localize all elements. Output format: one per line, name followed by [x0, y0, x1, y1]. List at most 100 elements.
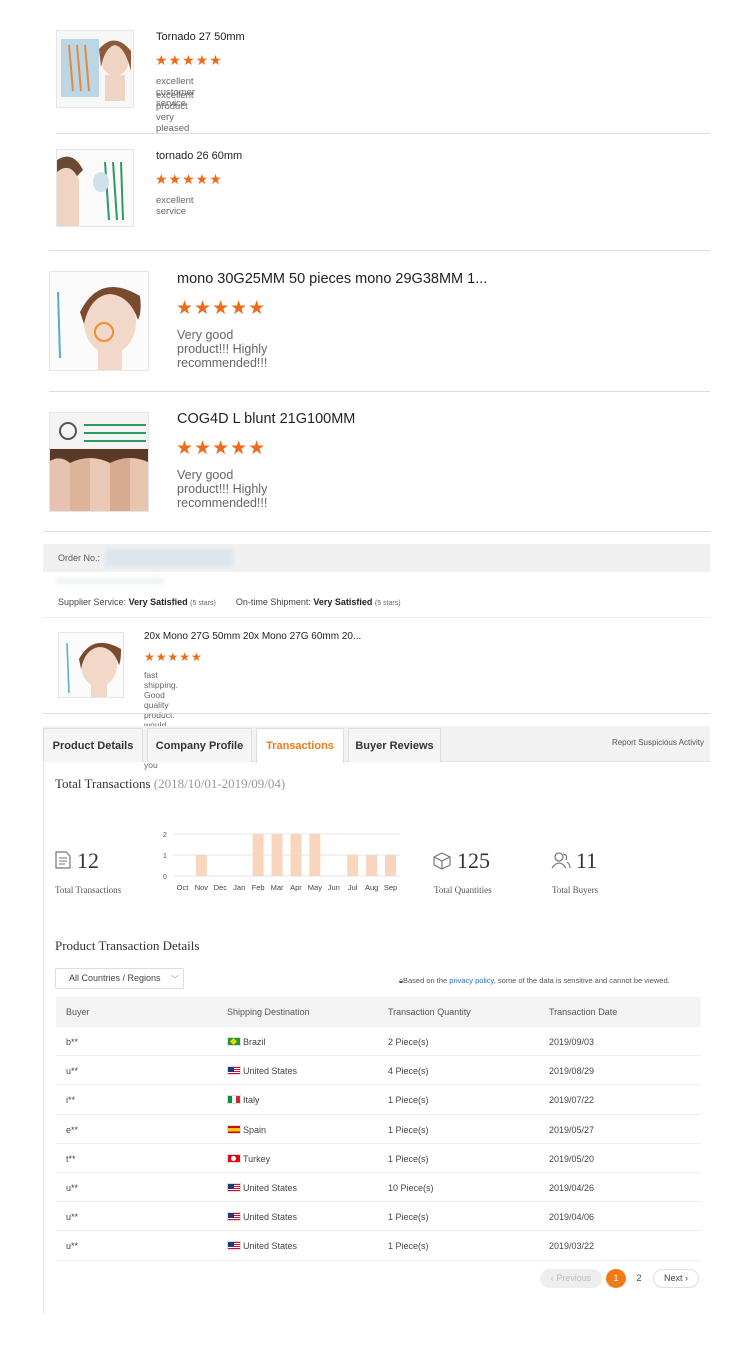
- date-cell: 2019/04/26: [549, 1182, 595, 1193]
- buyer-cell: b**: [66, 1037, 79, 1047]
- table-body: b** Brazil 2 Piece(s) 2019/09/03 u** United S…: [56, 1027, 701, 1261]
- heading-text: Total Transactions: [55, 776, 151, 791]
- buyer-cell: t**: [66, 1153, 76, 1164]
- destination-text: Brazil: [243, 1037, 266, 1047]
- product-thumbnail[interactable]: [58, 632, 124, 698]
- rating-stars: ★★★★★: [155, 171, 223, 187]
- product-thumbnail[interactable]: [56, 30, 134, 108]
- column-header-buyer: Buyer: [66, 1007, 90, 1017]
- destination-cell: United States: [227, 1241, 297, 1251]
- order-header: Order No.:: [43, 544, 710, 572]
- total-transactions-label: Total Transactions: [55, 885, 122, 895]
- flag-icon: [227, 1241, 241, 1251]
- previous-label: Previous: [556, 1273, 592, 1283]
- flag-icon: [227, 1066, 241, 1076]
- column-header-quantity: Transaction Quantity: [388, 1007, 471, 1017]
- y-tick-label: 2: [163, 832, 167, 839]
- bar-jul: [347, 855, 359, 876]
- product-thumbnail[interactable]: [56, 149, 134, 227]
- divider: [56, 133, 710, 134]
- order-number-label: Order No.:: [58, 553, 101, 563]
- chevron-down-icon: ﹀: [171, 975, 179, 984]
- destination-cell: Spain: [227, 1124, 267, 1135]
- x-tick-label: Aug: [365, 883, 378, 892]
- product-thumbnail[interactable]: [49, 271, 149, 371]
- product-thumbnail[interactable]: [49, 412, 149, 512]
- flag-icon: [227, 1212, 241, 1222]
- tab-transactions[interactable]: Transactions: [256, 728, 344, 763]
- date-cell: 2019/05/27: [549, 1124, 595, 1135]
- destination-cell: Turkey: [227, 1153, 271, 1164]
- buyer-cell: e**: [66, 1124, 79, 1135]
- shipment-label: On-time Shipment:: [235, 597, 311, 607]
- order-number-redacted: [105, 549, 233, 567]
- transaction-details-heading: Product Transaction Details: [55, 938, 200, 953]
- review-product-title[interactable]: tornado 26 60mm: [156, 150, 242, 162]
- transactions-table: Buyer Shipping Destination Transaction Q…: [56, 997, 701, 1261]
- x-tick-label: Mar: [271, 883, 284, 892]
- redacted-date: [56, 578, 164, 584]
- destination-cell: United States: [227, 1212, 297, 1222]
- flag-icon: [227, 1124, 241, 1134]
- privacy-policy-link[interactable]: privacy policy: [449, 976, 493, 985]
- review-product-title[interactable]: COG4D L blunt 21G100MM: [177, 411, 355, 427]
- x-tick-label: Dec: [214, 883, 228, 892]
- y-tick-label: 0: [163, 874, 167, 881]
- table-row: i** Italy 1 Piece(s) 2019/07/22: [56, 1085, 701, 1115]
- total-quantities-value: 125: [457, 848, 490, 873]
- date-cell: 2019/04/06: [549, 1212, 595, 1223]
- tab-company-profile[interactable]: Company Profile: [147, 728, 252, 762]
- destination-text: Spain: [243, 1124, 267, 1135]
- bar-apr: [290, 834, 302, 876]
- x-tick-label: Apr: [290, 883, 302, 892]
- tab-bar: Product Details Company Profile Transact…: [43, 726, 710, 763]
- shipment-value: Very Satisfied: [313, 597, 373, 607]
- rating-stars: ★★★★★: [176, 438, 267, 459]
- supplier-service-value: Very Satisfied: [128, 597, 188, 607]
- quantity-cell: 10 Piece(s): [388, 1182, 434, 1193]
- column-header-date: Transaction Date: [549, 1007, 618, 1017]
- destination-cell: Italy: [227, 1095, 260, 1105]
- previous-page-button[interactable]: ‹ Previous: [540, 1269, 602, 1288]
- bar-nov: [195, 855, 207, 876]
- tab-buyer-reviews[interactable]: Buyer Reviews: [348, 728, 441, 762]
- date-cell: 2019/03/22: [549, 1241, 595, 1252]
- review-product-title[interactable]: Tornado 27 50mm: [156, 31, 245, 43]
- destination-cell: Brazil: [227, 1037, 266, 1047]
- flag-icon: [227, 1095, 241, 1105]
- bar-may: [309, 834, 321, 876]
- date-cell: 2019/08/29: [549, 1066, 595, 1077]
- next-page-button[interactable]: Next ›: [653, 1269, 699, 1288]
- destination-text: Turkey: [243, 1153, 271, 1164]
- quantity-cell: 2 Piece(s): [388, 1037, 429, 1047]
- report-suspicious-link[interactable]: Report Suspicious Activity: [612, 738, 704, 747]
- quantity-cell: 1 Piece(s): [388, 1153, 429, 1164]
- next-label: Next: [663, 1273, 683, 1283]
- table-row: u** United States 1 Piece(s) 2019/03/22: [56, 1231, 701, 1261]
- destination-text: United States: [243, 1182, 298, 1193]
- tab-product-details[interactable]: Product Details: [43, 728, 143, 762]
- x-tick-label: Oct: [177, 883, 190, 892]
- table-row: b** Brazil 2 Piece(s) 2019/09/03: [56, 1027, 701, 1057]
- destination-cell: United States: [227, 1182, 298, 1193]
- truncated-previous-review: [56, 0, 696, 6]
- region-select[interactable]: All Countries / Regions ﹀: [55, 968, 184, 989]
- table-header: Buyer Shipping Destination Transaction Q…: [56, 997, 701, 1027]
- bar-sep: [385, 855, 397, 876]
- page-1-button[interactable]: 1: [606, 1269, 626, 1288]
- flag-icon: [227, 1037, 241, 1046]
- privacy-notice: 🔒︎Based on the privacy policy, some of t…: [399, 976, 670, 986]
- buyer-cell: u**: [66, 1241, 79, 1252]
- divider: [43, 617, 710, 618]
- quantity-cell: 1 Piece(s): [388, 1095, 429, 1106]
- quantity-cell: 1 Piece(s): [388, 1241, 429, 1252]
- x-tick-label: May: [308, 883, 322, 892]
- page-2-button[interactable]: 2: [629, 1269, 649, 1288]
- bar-mar: [271, 834, 283, 876]
- buyer-cell: u**: [66, 1212, 79, 1223]
- review-product-title[interactable]: mono 30G25MM 50 pieces mono 29G38MM 1...: [177, 271, 487, 287]
- document-icon: [55, 851, 71, 869]
- review-product-title[interactable]: 20x Mono 27G 50mm 20x Mono 27G 60mm 20..…: [144, 631, 361, 642]
- date-cell: 2019/05/20: [549, 1153, 595, 1164]
- total-transactions-value: 12: [77, 848, 99, 873]
